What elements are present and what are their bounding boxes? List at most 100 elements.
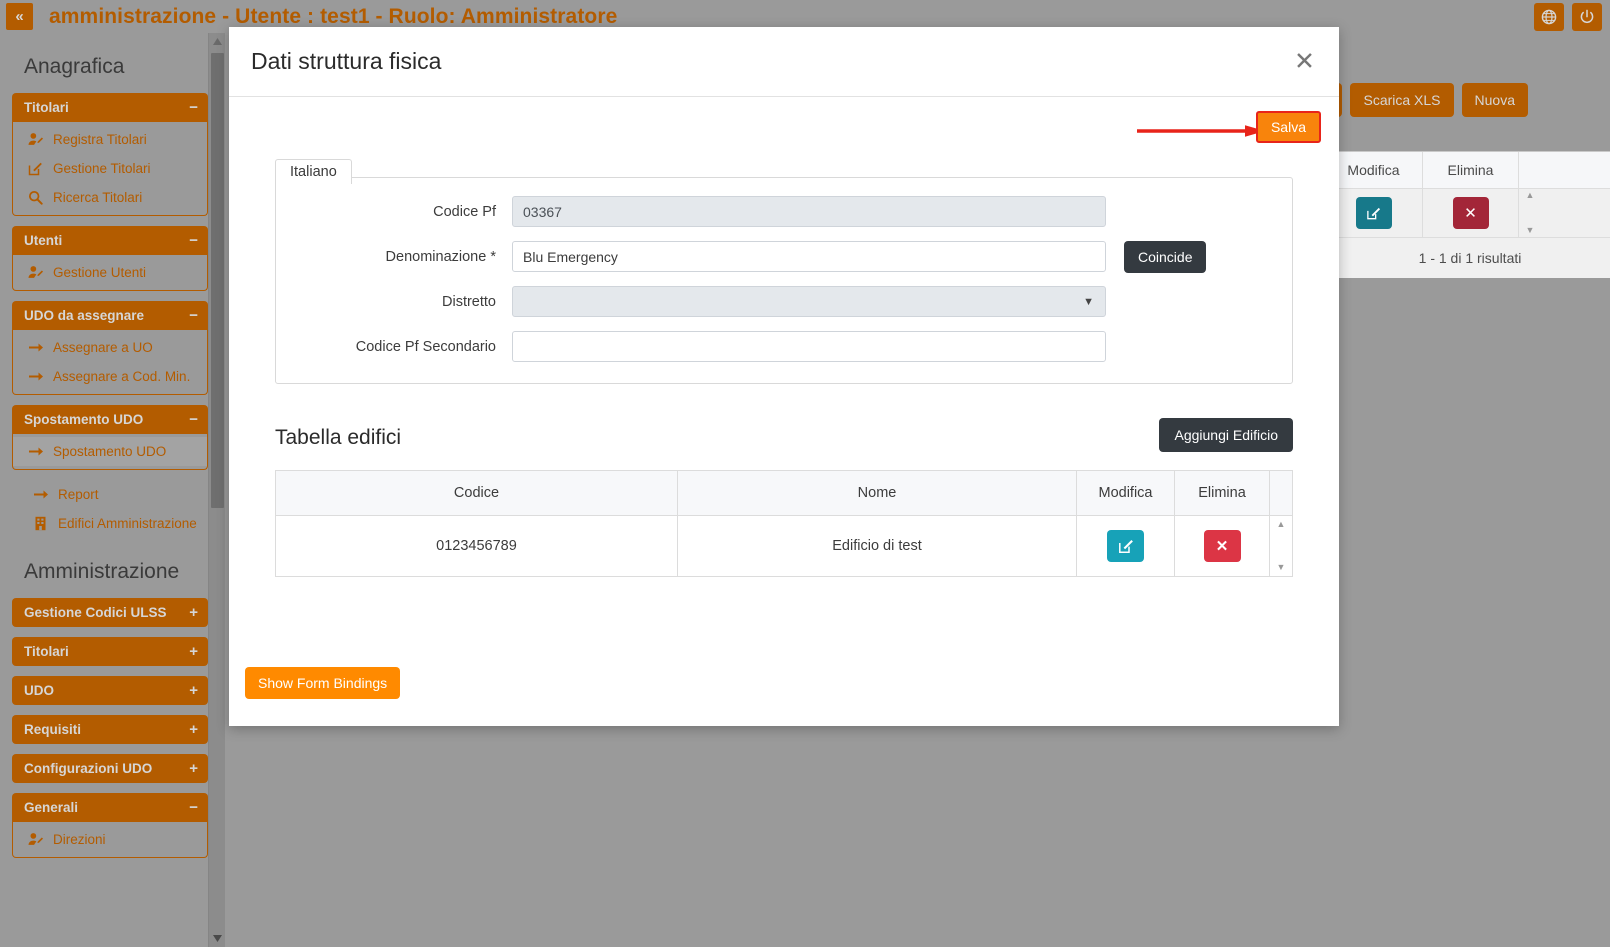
arrow-right-icon <box>27 370 44 383</box>
sidebar-item-label: Gestione Utenti <box>53 265 146 280</box>
sidebar-group-header-udo-da-assegnare[interactable]: UDO da assegnare − <box>12 301 208 330</box>
sidebar-collapse-button[interactable]: « <box>6 3 33 30</box>
page-title: amministrazione - Utente : test1 - Ruolo… <box>49 5 617 29</box>
sidebar-group-label: Utenti <box>24 233 62 248</box>
plus-icon: + <box>189 683 198 698</box>
sidebar-group-label: UDO da assegnare <box>24 308 144 323</box>
sidebar-content: Anagrafica Titolari − Registra Titolari <box>0 33 207 858</box>
sidebar-group-header-utenti[interactable]: Utenti − <box>12 226 208 255</box>
close-icon[interactable]: ✕ <box>1288 48 1321 75</box>
caret-up-icon[interactable]: ▲ <box>1277 520 1286 529</box>
sidebar-group-body-udo-da-assegnare: Assegnare a UO Assegnare a Cod. Min. <box>12 330 208 395</box>
delete-building-button[interactable]: ✕ <box>1204 530 1241 562</box>
cell-scrollbar[interactable]: ▲ ▼ <box>1270 516 1292 576</box>
field-wrap-denominazione: Coincide <box>512 241 1106 272</box>
edit-building-button[interactable] <box>1107 530 1144 562</box>
sidebar-item-edifici-amministrazione[interactable]: Edifici Amministrazione <box>12 509 207 538</box>
sidebar-group-label: Titolari <box>24 644 69 659</box>
buildings-table-scrollbar[interactable]: ▲ ▼ <box>1277 516 1286 576</box>
sidebar-group-header-spostamento-udo[interactable]: Spostamento UDO − <box>12 405 208 434</box>
sidebar-group-gestione-codici-ulss: Gestione Codici ULSS + <box>12 598 208 627</box>
codice-pf-input[interactable] <box>512 196 1106 227</box>
sidebar-group-udo-da-assegnare: UDO da assegnare − Assegnare a UO <box>12 301 208 395</box>
sidebar-item-direzioni[interactable]: Direzioni <box>13 825 207 854</box>
globe-icon <box>1541 9 1557 25</box>
distretto-select[interactable]: ▼ <box>512 286 1106 317</box>
download-xls-button[interactable]: Scarica XLS <box>1350 83 1453 117</box>
sidebar-item-gestione-utenti[interactable]: Gestione Utenti <box>13 258 207 287</box>
sidebar-group-label: Requisiti <box>24 722 81 737</box>
background-cell-elimina: ✕ <box>1423 189 1519 237</box>
caret-down-icon[interactable]: ▼ <box>1277 563 1286 572</box>
scroll-up-arrow-icon[interactable] <box>209 33 225 50</box>
header-codice: Codice <box>276 471 678 515</box>
show-form-bindings-button[interactable]: Show Form Bindings <box>245 667 400 699</box>
sidebar-group-titolari-admin: Titolari + <box>12 637 208 666</box>
save-button[interactable]: Salva <box>1256 111 1321 143</box>
language-fieldset: Italiano Codice Pf Denominazione * Coinc… <box>275 177 1293 384</box>
background-header-modifica: Modifica <box>1325 152 1423 188</box>
field-wrap-codice-pf-secondario <box>512 331 1106 362</box>
sidebar-item-ricerca-titolari[interactable]: Ricerca Titolari <box>13 183 207 212</box>
power-icon <box>1579 9 1595 25</box>
sidebar-item-label: Report <box>58 487 99 502</box>
language-button[interactable] <box>1534 3 1564 31</box>
field-wrap-codice-pf <box>512 196 1106 227</box>
sidebar-group-header-gestione-codici-ulss[interactable]: Gestione Codici ULSS + <box>12 598 208 627</box>
save-row: Salva <box>247 97 1321 159</box>
sidebar-scrollbar-thumb[interactable] <box>211 53 224 508</box>
sidebar-item-assegnare-a-cod-min[interactable]: Assegnare a Cod. Min. <box>13 362 207 391</box>
background-header-spacer <box>1519 152 1541 188</box>
form-row-codice-pf-secondario: Codice Pf Secondario <box>276 331 1292 362</box>
sidebar-item-report[interactable]: Report <box>12 480 207 509</box>
sidebar-item-label: Assegnare a Cod. Min. <box>53 369 190 384</box>
sidebar-item-spostamento-udo[interactable]: Spostamento UDO <box>13 437 207 466</box>
codice-pf-secondario-input[interactable] <box>512 331 1106 362</box>
sidebar-group-udo: UDO + <box>12 676 208 705</box>
add-building-button[interactable]: Aggiungi Edificio <box>1159 418 1293 452</box>
label-codice-pf: Codice Pf <box>276 204 512 220</box>
sidebar-group-label: Titolari <box>24 100 69 115</box>
label-distretto: Distretto <box>276 294 512 310</box>
minus-icon: − <box>189 233 198 248</box>
coincide-button[interactable]: Coincide <box>1124 241 1206 273</box>
sidebar-section-title-anagrafica: Anagrafica <box>6 33 207 93</box>
cell-elimina: ✕ <box>1175 516 1270 576</box>
sidebar-item-label: Assegnare a UO <box>53 340 153 355</box>
sidebar-group-label: Gestione Codici ULSS <box>24 605 167 620</box>
scroll-down-arrow-icon[interactable] <box>209 930 225 947</box>
sidebar-section-title-amministrazione: Amministrazione <box>6 538 207 598</box>
sidebar-group-header-udo[interactable]: UDO + <box>12 676 208 705</box>
sidebar-item-gestione-titolari[interactable]: Gestione Titolari <box>13 154 207 183</box>
form-row-distretto: Distretto ▼ <box>276 286 1292 317</box>
background-delete-button[interactable]: ✕ <box>1453 197 1489 229</box>
denominazione-input[interactable] <box>512 241 1106 272</box>
sidebar-group-header-configurazioni-udo[interactable]: Configurazioni UDO + <box>12 754 208 783</box>
plus-icon: + <box>189 722 198 737</box>
sidebar-group-header-titolari[interactable]: Titolari − <box>12 93 208 122</box>
sidebar-group-header-requisiti[interactable]: Requisiti + <box>12 715 208 744</box>
arrow-right-icon <box>27 445 44 458</box>
caret-up-icon[interactable]: ▲ <box>1526 191 1535 200</box>
background-edit-button[interactable] <box>1356 197 1392 229</box>
chevron-down-icon: ▼ <box>1083 296 1094 308</box>
sidebar-item-registra-titolari[interactable]: Registra Titolari <box>13 125 207 154</box>
background-table-header: Modifica Elimina <box>1325 152 1610 189</box>
sidebar-group-header-titolari-admin[interactable]: Titolari + <box>12 637 208 666</box>
sidebar-item-label: Direzioni <box>53 832 106 847</box>
sidebar-scrollbar[interactable] <box>208 33 225 947</box>
caret-down-icon[interactable]: ▼ <box>1526 226 1535 235</box>
sidebar-group-body-utenti: Gestione Utenti <box>12 255 208 291</box>
logout-button[interactable] <box>1572 3 1602 31</box>
new-button[interactable]: Nuova <box>1462 83 1528 117</box>
sidebar-group-label: UDO <box>24 683 54 698</box>
field-wrap-distretto: ▼ <box>512 286 1106 317</box>
sidebar-group-header-generali[interactable]: Generali − <box>12 793 208 822</box>
header-elimina: Elimina <box>1175 471 1270 515</box>
cell-codice: 0123456789 <box>276 516 678 576</box>
edit-square-icon <box>1118 538 1134 554</box>
background-cell-scroll[interactable]: ▲ ▼ <box>1519 189 1541 237</box>
buildings-table: Codice Nome Modifica Elimina 0123456789 … <box>275 470 1293 577</box>
sidebar-item-assegnare-a-uo[interactable]: Assegnare a UO <box>13 333 207 362</box>
arrow-right-icon <box>32 488 49 501</box>
